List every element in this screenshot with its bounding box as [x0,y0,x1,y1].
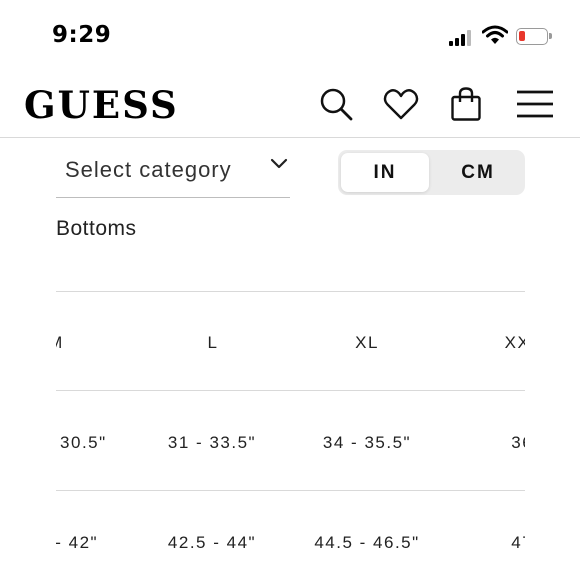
table-divider [56,390,525,391]
shopping-bag-icon[interactable] [446,84,486,124]
table-divider [56,291,525,292]
category-select-label: Select category [65,157,232,182]
size-cell-r2-xl: 44.5 - 46.5" [314,533,420,552]
size-header-xxl: XXL [504,333,525,352]
chevron-down-icon [270,158,288,169]
unit-toggle: IN CM [338,150,525,195]
size-chart-table[interactable]: M L XL XXL 28.5 - 30.5" 31 - 33.5" 34 - … [56,291,525,580]
size-cell-r1-xl: 34 - 35.5" [322,433,412,452]
brand-logo[interactable]: GUESS [24,83,179,127]
battery-icon [516,28,552,45]
search-icon[interactable] [316,84,356,124]
unit-cm-button[interactable]: CM [434,153,522,192]
size-cell-r1-xxl: 36" [511,433,525,452]
size-cell-r2-l: 42.5 - 44" [167,533,257,552]
status-time: 9:29 [52,22,112,48]
size-header-l: L [207,333,219,352]
cellular-signal-icon [449,30,475,46]
category-select[interactable]: Select category [56,145,290,198]
size-cell-r1-m: 28.5 - 30.5" [56,433,107,452]
size-header-xl: XL [355,333,379,352]
size-cell-r1-l: 31 - 33.5" [167,433,257,452]
size-cell-r2-m: 40.5 - 42" [56,533,99,552]
table-divider [56,490,525,491]
status-bar: 9:29 [0,0,580,70]
section-title: Bottoms [56,217,137,240]
site-header: GUESS [0,70,580,138]
wifi-icon [482,25,508,44]
unit-in-button[interactable]: IN [341,153,429,192]
heart-wishlist-icon[interactable] [381,84,421,124]
size-cell-r2-xxl: 47" [511,533,525,552]
hamburger-menu-icon[interactable] [515,84,555,124]
size-header-m: M [56,333,64,353]
